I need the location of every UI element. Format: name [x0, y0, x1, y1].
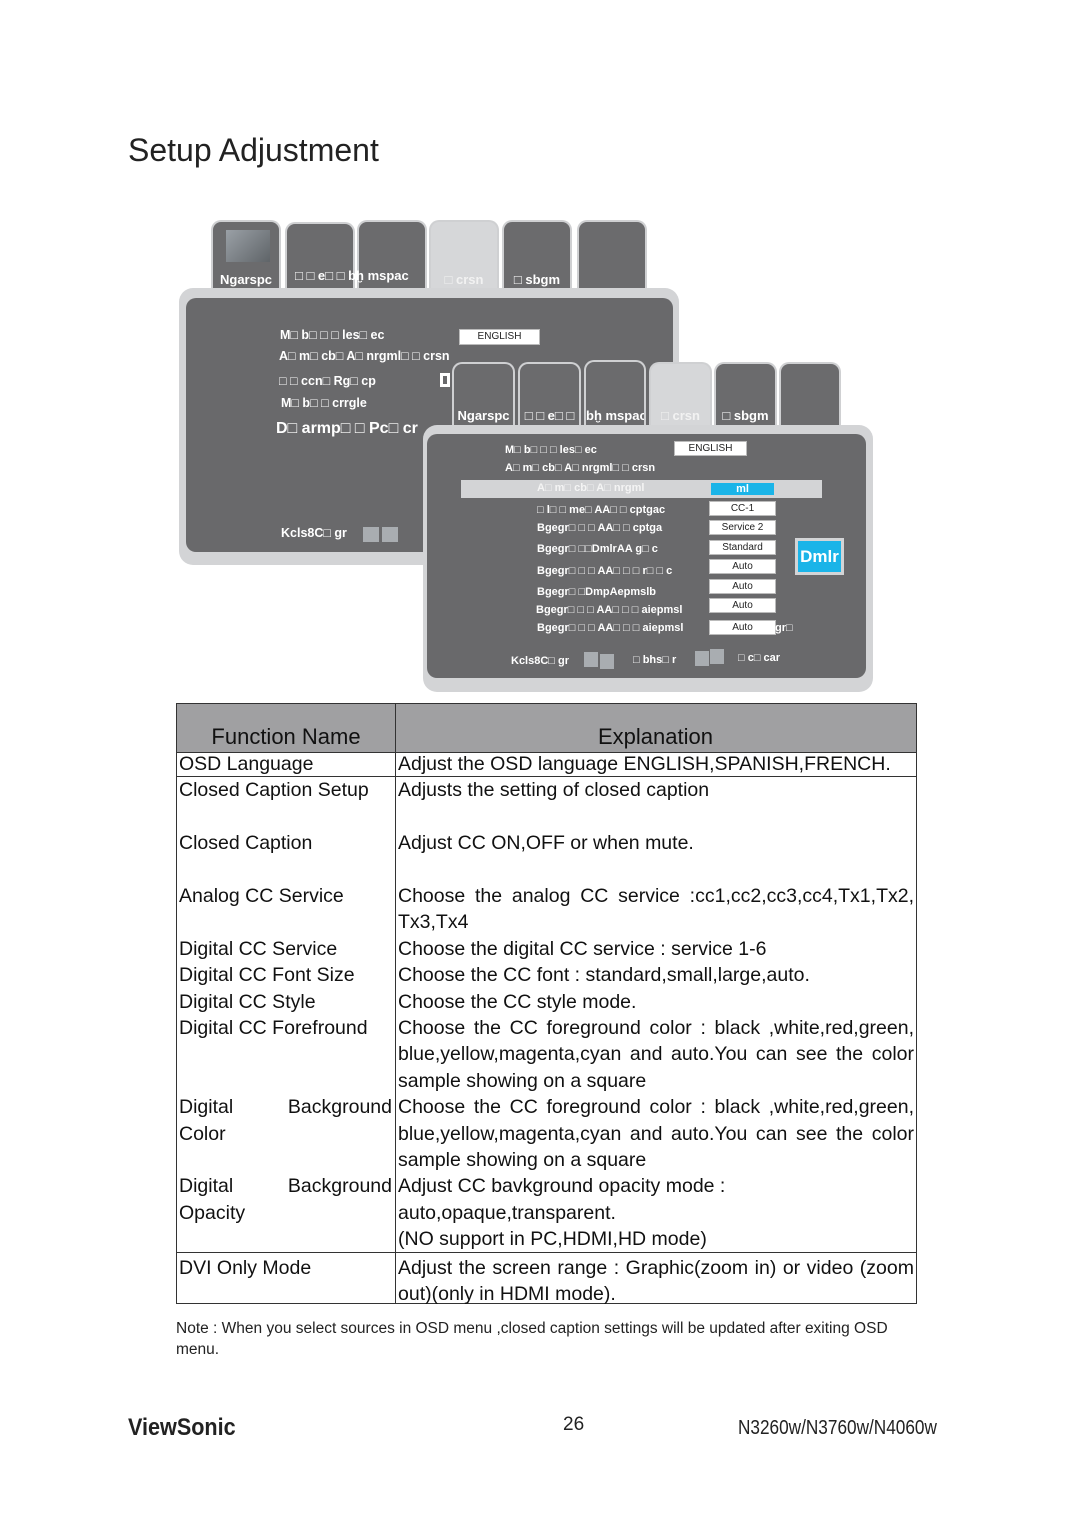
- explanation: Adjust the OSD language ENGLISH,SPANISH,…: [398, 753, 891, 775]
- osd-value: Service 2: [709, 520, 776, 535]
- model-name: N3260w/N3760w/N4060w: [738, 1417, 937, 1439]
- osd-tab-selected: □ crsn: [649, 362, 712, 426]
- function-name: Opacity: [179, 1201, 246, 1224]
- explanation: (NO support in PC,HDMI,HD mode): [398, 1228, 707, 1251]
- osd-item: A□ m□ cb□ A□ nrgml□ □ crsn: [279, 349, 450, 363]
- osd-item: Bgegr□ □□DmlrAA g□ c: [537, 543, 658, 555]
- osd-tab-label: Ngarspc: [219, 272, 273, 287]
- osd-footer: Kcls8C□ gr: [511, 655, 569, 667]
- osd-item: M□ b□ □ □ les□ ec: [280, 328, 385, 342]
- explanation: blue,yellow,magenta,cyan and auto.You ca…: [398, 1122, 914, 1145]
- osd-value: CC-1: [709, 501, 776, 516]
- explanation: Adjust CC bavkground opacity mode :: [398, 1175, 726, 1198]
- explanation: out)(only in HDMI mode).: [398, 1283, 616, 1305]
- osd-item: M□ b□ □ □ les□ ec: [505, 444, 597, 456]
- explanation: Choose the analog CC service :cc1,cc2,cc…: [398, 885, 914, 907]
- osd-value: Auto: [709, 559, 776, 574]
- osd-tab-label: □ sbgm: [722, 408, 769, 423]
- function-name: Digital CC Forefround: [179, 1017, 368, 1039]
- explanation: Choose the CC foreground color : black ,…: [398, 1096, 914, 1119]
- function-name: Digital Background: [179, 1175, 392, 1198]
- function-name: Color: [179, 1122, 226, 1145]
- osd-tab: [779, 362, 841, 426]
- page-title: Setup Adjustment: [128, 132, 379, 168]
- function-table: Function Name Explanation OSD Language Ad…: [176, 703, 917, 1305]
- function-name: Digital CC Service: [179, 937, 338, 960]
- osd-item: □ l□ □ me□ AA□ □ cptgac: [537, 504, 666, 516]
- osd-item: Bgegr□ □ □ AA□ □ □ aiepmsl: [537, 622, 684, 634]
- table-header: Function Name Explanation: [177, 704, 916, 753]
- osd-item-selected: A□ m□ cb□ A□ nrgml: [537, 482, 645, 494]
- osd-side-button: Dmlr: [795, 538, 844, 575]
- explanation: blue,yellow,magenta,cyan and auto.You ca…: [398, 1043, 914, 1066]
- osd-tab-label: □ crsn: [661, 408, 700, 423]
- explanation: Choose the CC font : standard,small,larg…: [398, 964, 810, 987]
- header-explanation: Explanation: [598, 724, 713, 749]
- explanation: auto,opaque,transparent.: [398, 1201, 616, 1224]
- osd-item: Bgegr□ □ □ AA□ □ □ r□ □ c: [537, 565, 673, 577]
- osd-item: Bgegr□ □ □ AA□ □ □ aiepmsl: [536, 604, 683, 616]
- explanation: Choose the CC style mode.: [398, 990, 637, 1013]
- note: Note : When you select sources in OSD me…: [176, 1320, 888, 1358]
- function-name: OSD Language: [179, 753, 314, 775]
- osd-tab-label: □ □ e□ □: [524, 408, 575, 423]
- osd-tab: Ngarspc: [452, 362, 515, 426]
- brand-logo: ViewSonic: [128, 1414, 236, 1441]
- page-number: 26: [563, 1414, 585, 1435]
- explanation: sample showing on a square: [398, 1149, 647, 1171]
- osd-item: M□ b□ □ crrgle: [281, 396, 367, 410]
- osd-value-selected: ml: [711, 483, 774, 495]
- function-name: Closed Caption Setup: [179, 779, 369, 802]
- function-name: Analog CC Service: [179, 885, 344, 907]
- osd-item: Bgegr□ □DmpAepmslb: [537, 586, 657, 598]
- osd-footer: □ bhs□ r: [633, 654, 677, 666]
- osd-tab: [577, 220, 647, 290]
- osd-tab: □ sbgm: [502, 220, 572, 290]
- osd-tab-label: Ngarspc: [457, 408, 510, 423]
- osd-tab: bḫ mspac: [584, 360, 646, 426]
- function-name: Digital Background: [179, 1096, 392, 1119]
- osd-trailing-text: gr□: [775, 622, 793, 634]
- osd-value: Auto: [709, 598, 776, 613]
- osd-tab-label: □ crsn: [444, 272, 484, 287]
- explanation: Choose the CC foreground color : black ,…: [398, 1017, 914, 1039]
- explanation: Tx3,Tx4: [398, 911, 469, 934]
- function-name: Digital CC Font Size: [179, 964, 355, 987]
- osd-item: □ □ ccn□ Rg□ cp: [279, 374, 376, 388]
- osd-value: ENGLISH: [674, 441, 747, 456]
- explanation: sample showing on a square: [398, 1069, 647, 1092]
- osd-tab-label: □ sbgm: [513, 272, 561, 287]
- page: Setup Adjustment Ngarspc □ □ e□ □ bḫ msp…: [0, 0, 1080, 1528]
- picture-icon: [226, 230, 270, 262]
- osd-tab-selected: □ crsn: [429, 220, 499, 290]
- osd-value: Standard: [709, 540, 776, 555]
- osd-tab: □ □ e□ □: [518, 362, 581, 426]
- osd-language-value: ENGLISH: [459, 329, 540, 345]
- explanation: Adjusts the setting of closed caption: [398, 779, 710, 802]
- explanation: Choose the digital CC service : service …: [398, 937, 767, 960]
- function-name: Digital CC Style: [179, 990, 316, 1013]
- osd-footer: □ c□ car: [738, 652, 781, 664]
- osd-value: Auto: [709, 579, 776, 594]
- header-function-name: Function Name: [211, 724, 361, 749]
- osd-item: Bgegr□ □ □ AA□ □ cptga: [537, 522, 663, 534]
- osd-value: Auto: [709, 620, 776, 635]
- osd-footer: Kcls8C□ gr: [281, 526, 347, 540]
- osd-tab-label: □ □ e□ □ bḫ mspac: [295, 268, 409, 283]
- explanation: Adjust CC ON,OFF or when mute.: [398, 832, 694, 855]
- function-name: Closed Caption: [179, 832, 313, 855]
- osd-item: A□ m□ cb□ A□ nrgml□ □ crsn: [505, 462, 656, 474]
- osd-item: D□ armp□ □ Pc□ cr: [276, 420, 418, 437]
- osd-tab-label: bḫ mspac: [586, 408, 646, 423]
- osd-tab: □ sbgm: [714, 362, 777, 426]
- osd-tab: Ngarspc: [211, 220, 281, 290]
- explanation: Adjust the screen range : Graphic(zoom i…: [398, 1256, 914, 1279]
- function-name: DVI Only Mode: [179, 1256, 312, 1279]
